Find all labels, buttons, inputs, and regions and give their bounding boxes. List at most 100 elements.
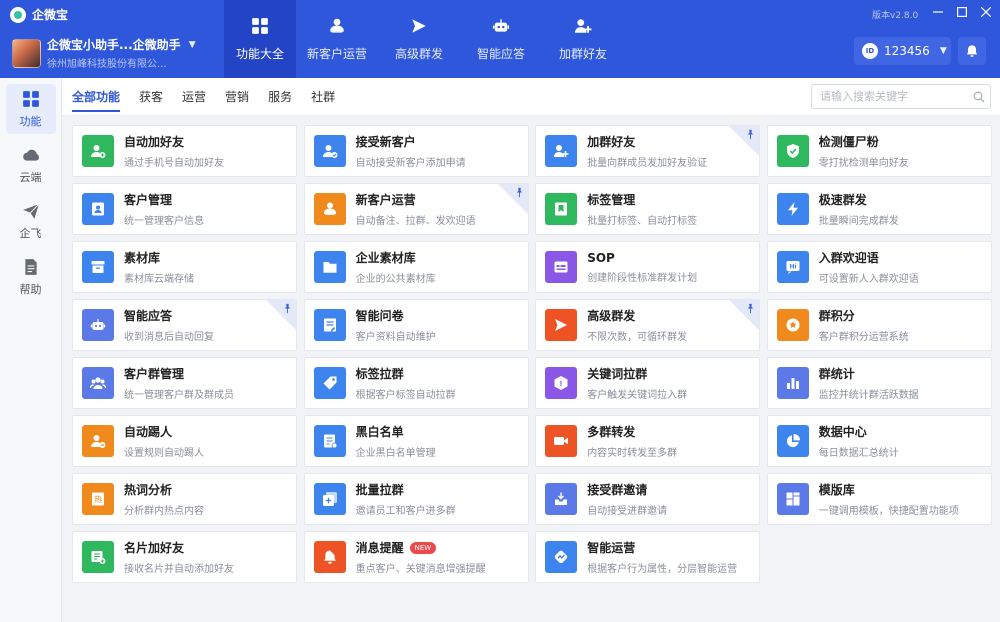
- pin-corner[interactable]: [266, 300, 296, 330]
- feature-icon: [545, 309, 578, 341]
- feature-card[interactable]: 数据中心 每日数据汇总统计: [766, 415, 992, 467]
- sidebar-item-label: 企飞: [19, 226, 42, 240]
- tab-4[interactable]: 服务: [268, 78, 292, 116]
- feature-card[interactable]: 企业素材库 企业的公共素材库: [303, 241, 529, 293]
- feature-grid: 自动加好友 通过手机号自动加好友 接受新客户 自动接受新客户添加申请 加群好友 批量向群成…: [72, 125, 992, 583]
- feature-title: SOP: [587, 250, 615, 265]
- feature-card[interactable]: 加群好友 批量向群成员发加好友验证: [535, 125, 761, 177]
- feature-desc: 批量打标签、自动打标签: [587, 216, 698, 227]
- feature-card[interactable]: 接受新客户 自动接受新客户添加申请: [303, 125, 529, 177]
- inbox-icon: [555, 492, 568, 505]
- feature-title: 智能运营: [587, 541, 636, 555]
- nav-item-user-new[interactable]: 新客户运营: [296, 0, 378, 78]
- feature-title: 标签拉群: [355, 367, 404, 381]
- group-icon: [90, 377, 106, 389]
- sidebar-item-plane[interactable]: 企飞: [6, 196, 56, 246]
- feature-card[interactable]: 名片加好友 接收名片并自动添加好友: [72, 531, 297, 583]
- nav-item-group-add[interactable]: 加群好友: [542, 0, 624, 78]
- feature-card[interactable]: 接受群邀请自动接受进群邀请: [535, 473, 761, 525]
- tab-3[interactable]: 营销: [225, 78, 249, 116]
- user-switcher[interactable]: 企微宝小助手...企微助手 ▼ 徐州旭峰科技股份有限公...: [12, 36, 196, 70]
- tab-5[interactable]: 社群: [311, 78, 335, 116]
- feature-card[interactable]: 群统计 监控并统计群活跃数据: [766, 357, 992, 409]
- minimize-icon: [933, 11, 943, 13]
- new-badge: NEW: [409, 541, 437, 554]
- feature-icon: [776, 309, 809, 341]
- feature-card[interactable]: 标签管理批量打标签、自动打标签: [535, 183, 761, 235]
- feature-title: 数据中心: [818, 425, 867, 439]
- nav-item-send[interactable]: 高级群发: [378, 0, 460, 78]
- feature-card[interactable]: 消息提醒 NEW 重点客户、关键消息增强提醒: [303, 531, 529, 583]
- feature-card[interactable]: 新客户运营 自动备注、拉群、发欢迎语: [303, 183, 529, 235]
- feature-card[interactable]: 标签拉群 根据客户标签自动拉群: [303, 357, 529, 409]
- feature-desc: 企业黑白名单管理: [355, 448, 436, 459]
- feature-title: 接受群邀请: [587, 483, 648, 497]
- feature-title: 热词分析: [124, 483, 173, 497]
- nav-item-label: 加群好友: [558, 46, 607, 61]
- close-button[interactable]: [978, 4, 994, 20]
- feature-card[interactable]: 自动加好友 通过手机号自动加好友: [72, 125, 297, 177]
- calendar-icon: [554, 261, 568, 273]
- group-add-icon: [574, 18, 592, 33]
- feature-title: 检测僵尸粉: [818, 135, 879, 149]
- feature-card[interactable]: 批量拉群 邀请员工和客户进多群: [303, 473, 529, 525]
- sidebar-item-cloud[interactable]: 云端: [6, 140, 56, 190]
- pin-corner[interactable]: [497, 184, 528, 214]
- tab-2[interactable]: 运营: [182, 78, 206, 116]
- feature-card[interactable]: ! 关键词拉群 客户触发关键词拉入群: [535, 357, 761, 409]
- feature-desc: 自动接受进群邀请: [587, 506, 668, 517]
- feature-card[interactable]: 智能问卷 客户资料自动维护: [303, 299, 529, 351]
- feature-desc: 不限次数，可循环群发: [587, 332, 688, 343]
- feature-icon: [545, 541, 578, 573]
- nav-item-grid[interactable]: 功能大全: [224, 0, 296, 78]
- feature-card[interactable]: 黑白名单 企业黑白名单管理: [303, 415, 529, 467]
- pin-corner[interactable]: [729, 126, 760, 156]
- feature-card[interactable]: 自动踢人 设置规则自动踢人: [72, 415, 297, 467]
- pie-chart-icon: [786, 433, 800, 448]
- feature-card[interactable]: 素材库 素材库云端存储: [72, 241, 297, 293]
- search-icon[interactable]: [968, 91, 990, 103]
- grid-icon: [252, 17, 268, 34]
- template-icon: [786, 492, 800, 506]
- user-company: 徐州旭峰科技股份有限公...: [47, 59, 167, 70]
- feature-card[interactable]: 群积分 客户群积分运营系统: [766, 299, 992, 351]
- feature-card[interactable]: Hi 入群欢迎语 可设置新人入群欢迎语: [766, 241, 992, 293]
- feature-card[interactable]: 极速群发 批量瞬间完成群发: [766, 183, 992, 235]
- feature-card[interactable]: 检测僵尸粉 零打扰检测单向好友: [766, 125, 992, 177]
- feature-card[interactable]: 模版库 一键调用模板，快捷配置功能项: [766, 473, 992, 525]
- feature-card[interactable]: 高级群发 不限次数，可循环群发: [535, 299, 761, 351]
- user-new-icon: [323, 202, 336, 215]
- tab-1[interactable]: 获客: [139, 78, 163, 116]
- feature-icon: [776, 425, 809, 457]
- feature-desc: 重点客户、关键消息增强提醒: [355, 564, 486, 575]
- nav-item-robot[interactable]: 智能应答: [460, 0, 542, 78]
- feature-card[interactable]: 客户管理 统一管理客户信息: [72, 183, 297, 235]
- svg-text:!: !: [560, 380, 563, 388]
- feature-title: 标签管理: [587, 193, 636, 207]
- feature-card[interactable]: 客户群管理 统一管理客户群及群成员: [72, 357, 297, 409]
- sidebar-item-document[interactable]: 帮助: [6, 252, 56, 302]
- feature-card[interactable]: 热 热词分析 分析群内热点内容: [72, 473, 297, 525]
- pin-corner[interactable]: [729, 300, 760, 330]
- feature-card[interactable]: 智能应答 收到消息后自动回复: [72, 299, 297, 351]
- card-add-icon: [91, 551, 106, 564]
- feature-title: 自动加好友: [124, 135, 185, 149]
- category-tabs-bar: 全部功能 获客 运营 营销 服务 社群: [62, 78, 1000, 116]
- sidebar-item-grid[interactable]: 功能: [5, 84, 56, 134]
- feature-icon: [313, 367, 346, 399]
- feature-icon: [313, 541, 346, 573]
- notification-button[interactable]: [958, 37, 986, 65]
- maximize-button[interactable]: [954, 4, 970, 20]
- feature-title: 模版库: [818, 483, 855, 497]
- feature-icon: [82, 425, 114, 457]
- account-id-dropdown[interactable]: ID 123456 ▼: [854, 37, 951, 65]
- feature-card[interactable]: 多群转发 内容实时转发至多群: [535, 415, 761, 467]
- feature-desc: 可设置新人入群欢迎语: [818, 274, 919, 285]
- search-input[interactable]: [812, 85, 968, 108]
- feature-desc: 邀请员工和客户进多群: [355, 506, 456, 517]
- feature-card[interactable]: SOP 创建阶段性标准群发计划: [535, 241, 761, 293]
- feature-card[interactable]: 智能运营 根据客户行为属性，分层智能运营: [535, 531, 761, 583]
- minimize-button[interactable]: [930, 4, 946, 20]
- feature-icon: 热: [82, 483, 114, 515]
- tab-0[interactable]: 全部功能: [72, 78, 121, 116]
